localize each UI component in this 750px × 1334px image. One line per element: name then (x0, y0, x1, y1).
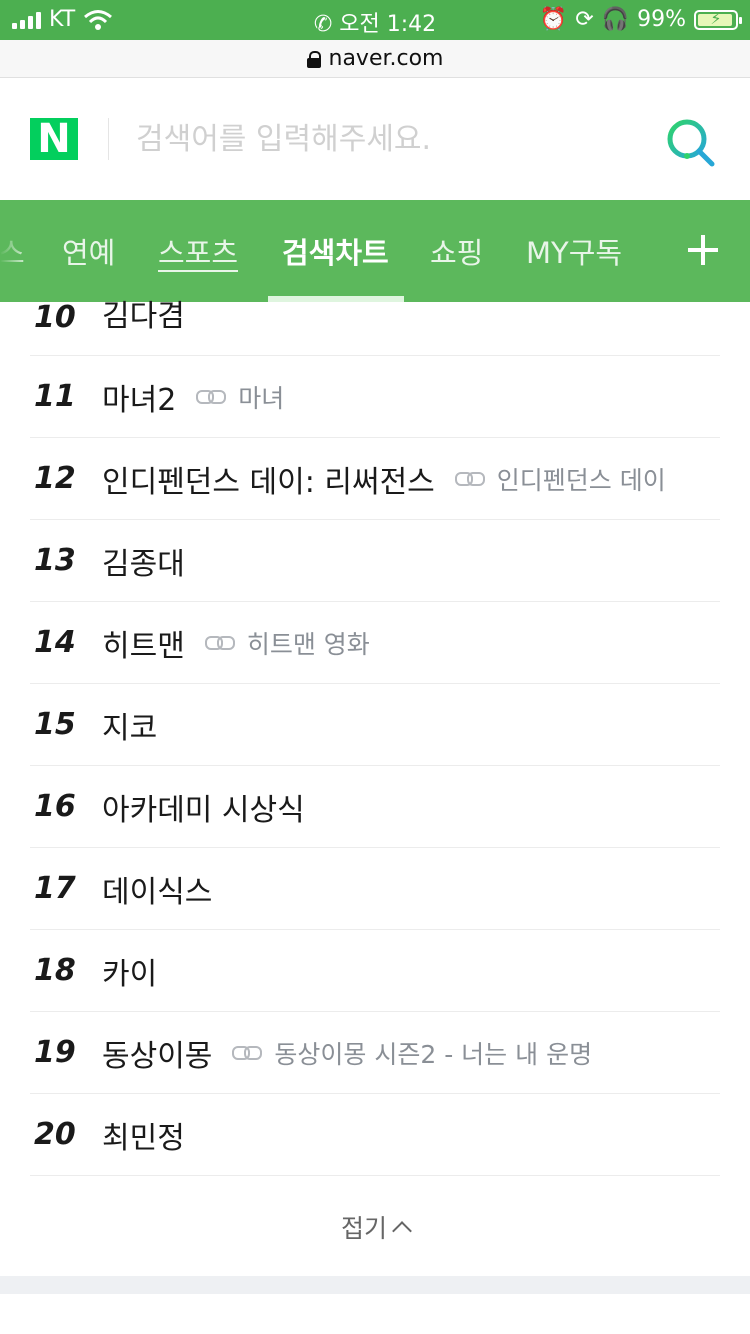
tab-entertainment[interactable]: 연예 (62, 230, 115, 272)
lock-icon (306, 50, 321, 68)
list-item[interactable]: 18 카이 (30, 930, 720, 1012)
related-keyword[interactable]: 동상이몽 시즌2 - 너는 내 운명 (232, 1035, 592, 1071)
keyword[interactable]: 마녀2 (102, 375, 176, 419)
status-bar: KT ✆ 오전 1:42 ⏰ ⟳ 🎧 99% ⚡ (0, 0, 750, 40)
keyword[interactable]: 김종대 (102, 539, 185, 583)
related-keyword[interactable]: 히트맨 영화 (204, 625, 370, 661)
rank-number: 20 (34, 1117, 76, 1152)
keyword[interactable]: 히트맨 (102, 621, 185, 665)
keyword[interactable]: 데이식스 (102, 867, 212, 911)
url-bar[interactable]: naver.com (0, 40, 750, 78)
keyword[interactable]: 지코 (102, 703, 157, 747)
divider (108, 118, 109, 160)
list-item[interactable]: 14 히트맨 히트맨 영화 (30, 602, 720, 684)
status-right: ⏰ ⟳ 🎧 99% ⚡ (539, 7, 742, 32)
rank-number: 13 (34, 543, 76, 578)
rank-number: 16 (34, 789, 76, 824)
section-divider (0, 1276, 750, 1294)
search-icon[interactable] (666, 118, 716, 168)
list-item[interactable]: 10 김다겸 (30, 299, 720, 356)
list-item[interactable]: 11 마녀2 마녀 (30, 356, 720, 438)
keyword[interactable]: 김다겸 (102, 291, 185, 335)
rotation-lock-icon: ⟳ (575, 7, 594, 32)
next-section (0, 1294, 750, 1334)
related-keyword[interactable]: 마녀 (196, 379, 284, 415)
rank-number: 18 (34, 953, 76, 988)
rank-number: 10 (34, 300, 76, 335)
headphones-icon: 🎧 (601, 7, 630, 32)
rank-number: 14 (34, 625, 76, 660)
link-icon (454, 471, 485, 486)
list-item[interactable]: 12 인디펜던스 데이: 리써전스 인디펜던스 데이 (30, 438, 720, 520)
keyword[interactable]: 아카데미 시상식 (102, 785, 305, 829)
list-item[interactable]: 16 아카데미 시상식 (30, 766, 720, 848)
add-tab-icon[interactable] (688, 226, 720, 274)
alarm-icon: ⏰ (539, 7, 568, 32)
list-item[interactable]: 17 데이식스 (30, 848, 720, 930)
link-icon (204, 635, 235, 650)
tab-search-chart[interactable]: 검색차트 (282, 230, 389, 272)
keyword[interactable]: 인디펜던스 데이: 리써전스 (102, 457, 435, 501)
search-input[interactable] (136, 118, 616, 160)
phone-icon: ✆ (313, 12, 333, 37)
list-item[interactable]: 20 최민정 (30, 1094, 720, 1176)
rank-number: 15 (34, 707, 76, 742)
battery-icon: ⚡ (694, 9, 742, 30)
keyword[interactable]: 동상이몽 (102, 1031, 212, 1075)
keyword[interactable]: 최민정 (102, 1113, 185, 1157)
link-icon (232, 1045, 263, 1060)
rank-number: 12 (34, 461, 76, 496)
collapse-label: 접기 (340, 1214, 387, 1243)
url-domain: naver.com (328, 46, 444, 71)
related-keyword[interactable]: 인디펜던스 데이 (454, 461, 666, 497)
tab-sports[interactable]: 스포츠 (158, 230, 239, 272)
search-chart-list: 10 김다겸 11 마녀2 마녀 12 인디펜던스 데이: 리써전스 인디펜던스… (30, 299, 720, 1176)
battery-percent: 99% (637, 7, 686, 32)
link-icon (196, 389, 227, 404)
list-item[interactable]: 13 김종대 (30, 520, 720, 602)
list-item[interactable]: 15 지코 (30, 684, 720, 766)
tab-my-subscription[interactable]: MY구독 (526, 230, 622, 272)
chevron-up-icon (392, 1221, 412, 1241)
collapse-button[interactable]: 접기 (0, 1178, 750, 1276)
list-item[interactable]: 19 동상이몽 동상이몽 시즌2 - 너는 내 운명 (30, 1012, 720, 1094)
tab-shopping[interactable]: 쇼핑 (430, 230, 483, 272)
rank-number: 17 (34, 871, 76, 906)
search-header: N (0, 78, 750, 200)
category-tabs: 스 연예 스포츠 검색차트 쇼핑 MY구독 (0, 200, 750, 302)
keyword[interactable]: 카이 (102, 949, 157, 993)
clock-label: 오전 1:42 (339, 12, 437, 37)
rank-number: 19 (34, 1035, 76, 1070)
naver-logo[interactable]: N (30, 118, 78, 160)
rank-number: 11 (34, 379, 76, 414)
